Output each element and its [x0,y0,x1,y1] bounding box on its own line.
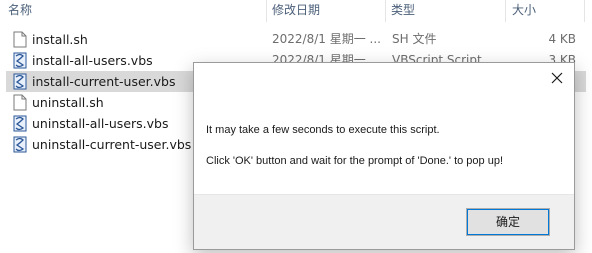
close-icon[interactable] [548,69,566,87]
file-size: 4 KB [548,32,576,46]
column-type-label: 类型 [391,3,416,17]
file-date: 2022/8/1 星期一 ... [272,32,381,46]
message-dialog: It may take a few seconds to execute thi… [193,62,575,250]
column-divider[interactable] [584,0,585,22]
ok-button[interactable]: 确定 [466,208,550,236]
file-icon [13,94,27,111]
column-name-label: 名称 [8,3,33,17]
dialog-message-line1: It may take a few seconds to execute thi… [206,124,440,136]
file-name: uninstall-all-users.vbs [32,116,169,131]
file-name: install-all-users.vbs [32,53,153,68]
file-type: SH 文件 [392,32,437,46]
file-name: install.sh [32,32,88,47]
column-name[interactable]: 名称 [0,0,266,22]
vbs-script-icon [13,52,27,69]
column-header: ^ 名称 修改日期 类型 大小 [0,0,592,22]
column-type[interactable]: 类型 [383,0,505,22]
column-date[interactable]: 修改日期 [264,0,386,22]
file-name: uninstall-current-user.vbs [32,137,192,152]
dialog-footer: 确定 [194,194,574,249]
vbs-script-icon [13,136,27,153]
file-row[interactable]: install.sh 2022/8/1 星期一 ... SH 文件 4 KB [6,29,586,50]
column-size[interactable]: 大小 [504,0,584,22]
file-name: install-current-user.vbs [32,74,176,89]
column-date-label: 修改日期 [272,3,321,17]
file-name: uninstall.sh [32,95,104,110]
dialog-message-line2: Click 'OK' button and wait for the promp… [206,155,504,167]
file-icon [13,31,27,48]
column-size-label: 大小 [512,3,537,17]
vbs-script-icon [13,73,27,90]
vbs-script-icon [13,115,27,132]
